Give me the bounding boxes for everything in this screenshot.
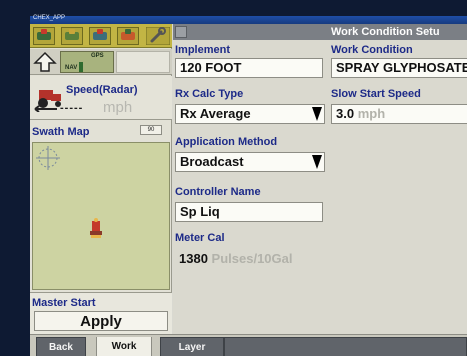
nav-empty-slot [116,51,170,73]
speed-unit: mph [103,99,133,116]
meter-cal-label: Meter Cal [175,232,225,244]
meter-cal-value: 1380 [179,251,208,266]
speed-label: Speed(Radar) [66,84,138,96]
chevron-down-icon [312,107,322,121]
master-start-label: Master Start [32,297,96,309]
controller-name-label: Controller Name [175,186,261,198]
tab-work[interactable]: Work [96,337,152,356]
panel-menu-icon[interactable] [175,26,187,38]
application-method-label: Application Method [175,136,278,148]
apply-button[interactable]: Apply [34,311,168,331]
swath-map-label: Swath Map [32,126,90,138]
rx-calc-type-label: Rx Calc Type [175,88,244,100]
up-arrow-icon[interactable] [32,51,58,73]
nav-signal-icon [79,62,83,72]
left-panel: NAV GPS Speed(Radar) ----- mph Swath Map… [30,24,172,334]
app-title: CHEX_APP [33,15,66,21]
meter-cal-unit: Pulses/10Gal [211,251,293,266]
tab-bar-filler [224,337,467,356]
slow-start-speed-unit: mph [357,106,386,121]
application-method-value: Broadcast [180,154,244,169]
swath-map[interactable] [32,142,170,290]
work-condition-field[interactable]: SPRAY GLYPHOSATE [331,58,467,78]
gps-label: GPS [91,53,104,59]
application-window: NAV GPS Speed(Radar) ----- mph Swath Map… [30,24,467,356]
chevron-down-icon [312,155,322,169]
compass-icon [36,146,60,170]
tab-back[interactable]: Back [36,337,86,356]
nav-row: NAV GPS [30,49,172,75]
tools-icon[interactable] [117,27,139,45]
app-titlebar: CHEX_APP [30,15,467,24]
nav-label: NAV [65,65,78,71]
swath-zoom-badge[interactable]: 90 [140,125,162,135]
application-method-select[interactable]: Broadcast [175,152,325,172]
bottom-tab-bar: Back Work Layer [30,334,467,356]
tractor-icon[interactable] [33,27,55,45]
implement-label: Implement [175,44,231,56]
meter-cal-field[interactable]: 1380 Pulses/10Gal [175,250,323,270]
map-tractor-icon [90,218,102,238]
swath-map-header: Swath Map 90 [30,122,172,142]
slow-start-speed-value: 3.0 [336,106,355,121]
sprayer-icon[interactable] [61,27,83,45]
work-condition-label: Work Condition [331,44,413,56]
slow-start-speed-label: Slow Start Speed [331,88,421,100]
implement-field[interactable]: 120 FOOT [175,58,323,78]
speed-value: ----- [60,102,84,114]
toolbar [30,24,172,48]
tab-layer[interactable]: Layer [160,337,224,356]
rx-calc-type-value: Rx Average [180,106,251,121]
controller-name-field[interactable]: Sp Liq [175,202,323,222]
slow-start-speed-field[interactable]: 3.0 mph [331,104,467,124]
implement-icon[interactable] [89,27,111,45]
speed-display: Speed(Radar) ----- mph [30,76,172,120]
panel-header: Work Condition Setu [173,24,467,40]
rx-calc-type-select[interactable]: Rx Average [175,104,325,124]
nav-gps-tile[interactable]: NAV GPS [60,51,114,73]
work-condition-panel: Work Condition Setu Implement 120 FOOT W… [173,24,467,334]
panel-title: Work Condition Setu [331,26,440,38]
wrench-icon[interactable] [146,27,170,45]
master-start-section: Master Start Apply [30,292,172,334]
